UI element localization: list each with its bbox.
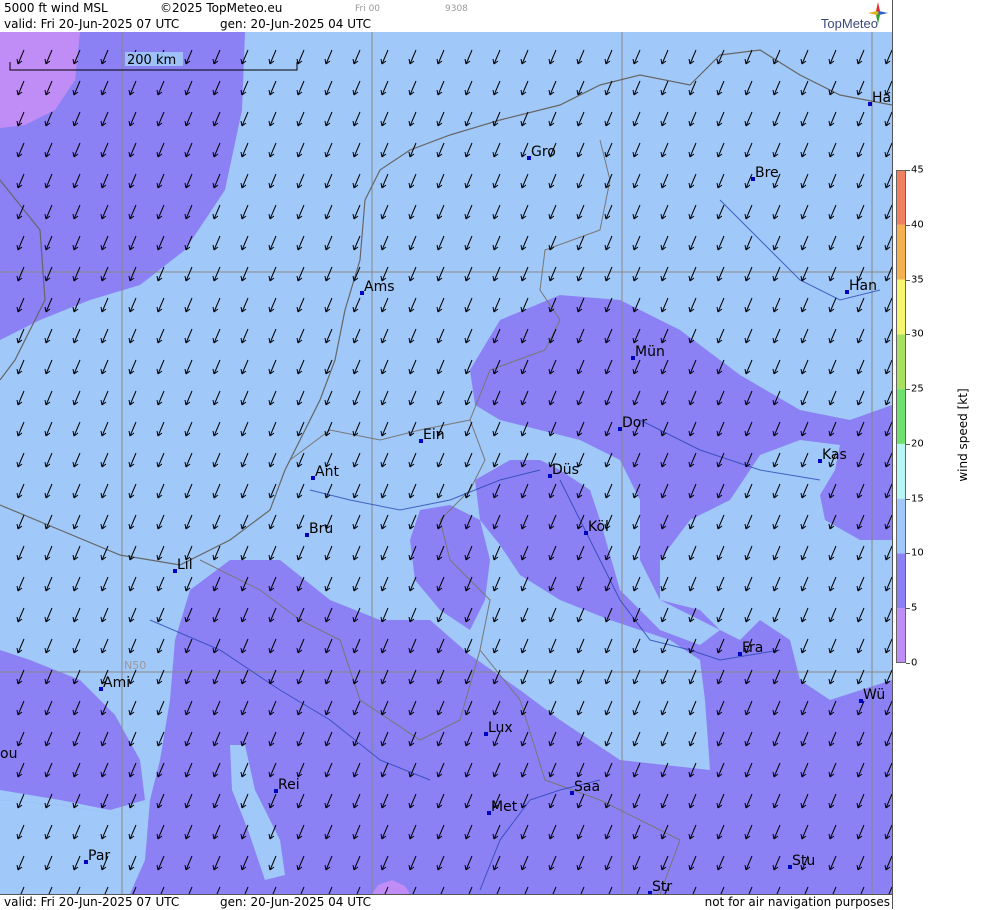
city-mün[interactable]: Mün [631,344,665,360]
city-label: Kas [822,447,847,463]
city-han[interactable]: Han [845,278,877,294]
color-band [896,334,906,390]
city-gro[interactable]: Gro [527,144,556,160]
city-köl[interactable]: Köl [584,519,609,535]
legend-tick-mark [906,170,910,171]
city-label: Par [88,848,110,864]
color-band [896,553,906,609]
legend-tick-mark [906,608,910,610]
color-band [896,443,906,499]
color-band [896,170,906,225]
legend-tick-label: 40 [911,219,924,231]
city-label: Mün [635,344,665,360]
city-bre[interactable]: Bre [751,165,779,181]
city-str[interactable]: Str [648,879,672,894]
valid-time: valid: Fri 20-Jun-2025 07 UTC [4,17,180,31]
city-kas[interactable]: Kas [818,447,847,463]
city-bru[interactable]: Bru [305,521,333,537]
city-label: Fra [742,640,763,656]
legend-tick-label: 45 [911,164,924,176]
brand-name: TopMeteo [820,16,878,31]
city-met[interactable]: Met [487,799,518,815]
legend-tick-label: 5 [911,602,918,614]
city-label: Bru [309,521,333,537]
city-label: Str [652,879,672,894]
city-lux[interactable]: Lux [484,720,513,736]
city-label: Ami [103,675,130,691]
color-bar [896,170,906,663]
city-ou[interactable]: ou [0,746,17,762]
city-par[interactable]: Par [84,848,110,864]
city-label: Ha [872,90,891,106]
legend-unit-label: wind speed [kt] [956,388,970,482]
city-label: Ant [315,464,339,480]
legend-tick-mark [906,553,910,555]
legend-tick-label: 20 [911,438,924,450]
city-label: Lux [488,720,513,736]
color-band [896,608,906,663]
scale-bar-label: 200 km [127,53,176,68]
color-band [896,279,906,335]
city-label: Ein [423,427,445,443]
legend-tick-label: 10 [911,547,924,559]
map-footer: valid: Fri 20-Jun-2025 07 UTC gen: 20-Ju… [0,894,892,910]
city-label: Stu [792,853,815,869]
copyright: ©2025 TopMeteo.eu [160,1,283,15]
map-header: 5000 ft wind MSL ©2025 TopMeteo.eu Fri 0… [0,0,892,33]
product-title: 5000 ft wind MSL [4,1,108,15]
legend-tick-label: 30 [911,328,924,340]
city-label: Dor [622,415,647,431]
city-saa[interactable]: Saa [570,779,600,795]
legend-tick-mark [906,224,910,226]
legend-tick-mark [906,279,910,281]
city-ha[interactable]: Ha [868,90,891,106]
city-düs[interactable]: Düs [548,462,579,478]
city-label: Gro [531,144,556,160]
legend-tick-mark [906,663,910,664]
city-ams[interactable]: Ams [360,279,395,295]
city-label: Wü [863,687,885,703]
city-ein[interactable]: Ein [419,427,445,443]
city-rei[interactable]: Rei [274,777,300,793]
city-label: Köl [588,519,609,535]
city-label: Bre [755,165,779,181]
city-label: Met [491,799,518,815]
city-fra[interactable]: Fra [738,640,763,656]
legend-tick-label: 15 [911,493,924,505]
wind-map[interactable]: 200 km N50 Ha Gro Bre Ams Han Mün Dor Ein Kas Düs… [0,32,892,894]
city-label: Rei [278,777,300,793]
city-label: Han [849,278,877,294]
wind-speed-legend: 45 40 35 30 25 20 15 10 5 0 wind speed [kt] [892,0,983,909]
city-ant[interactable]: Ant [311,464,339,480]
wind-map-canvas[interactable]: 200 km N50 Ha Gro Bre Ams Han Mün Dor Ein Kas Düs… [0,32,892,894]
city-label: ou [0,746,17,762]
small-time-label: Fri 00 [355,4,381,14]
city-label: Düs [552,462,579,478]
legend-tick-mark [906,443,910,445]
disclaimer: not for air navigation purposes [704,895,890,909]
city-ami[interactable]: Ami [99,675,130,691]
legend-tick-label: 25 [911,383,924,395]
color-band [896,498,906,554]
city-dor[interactable]: Dor [618,415,647,431]
small-code-label: 9308 [445,4,468,14]
legend-tick-mark [906,498,910,500]
footer-valid-time: valid: Fri 20-Jun-2025 07 UTC [4,895,180,909]
legend-tick-label: 35 [911,274,924,286]
city-wü[interactable]: Wü [859,687,885,703]
legend-tick-mark [906,334,910,336]
city-label: Ams [364,279,395,295]
footer-generated-time: gen: 20-Jun-2025 04 UTC [220,895,372,909]
graticule-label-n50: N50 [124,659,146,672]
color-band [896,224,906,280]
city-label: Saa [574,779,600,795]
legend-tick-label: 0 [911,657,918,669]
city-label: Lil [177,557,193,573]
generated-time: gen: 20-Jun-2025 04 UTC [220,17,372,31]
legend-tick-mark [906,389,910,391]
wind-zone-10-15-southwest [0,800,150,894]
color-band [896,389,906,444]
topmeteo-logo: TopMeteo [798,2,890,31]
city-stu[interactable]: Stu [788,853,815,869]
